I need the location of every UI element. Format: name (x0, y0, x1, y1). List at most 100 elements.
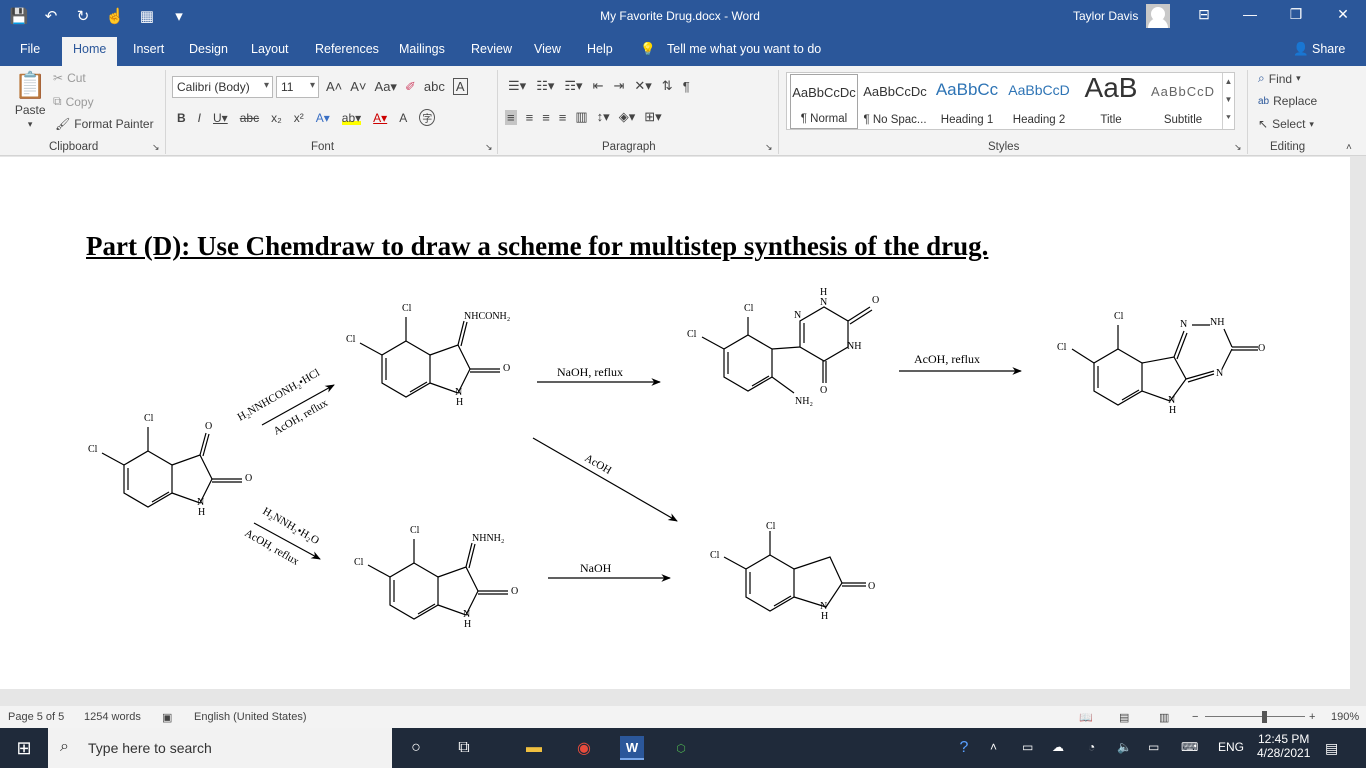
tab-file[interactable]: File (20, 42, 40, 56)
word-icon[interactable]: W (620, 736, 644, 760)
replace-button[interactable]: ab Replace (1258, 94, 1317, 108)
cut-button[interactable]: ✂ Cut (53, 71, 86, 85)
web-layout-icon[interactable]: ▥ (1159, 711, 1169, 724)
word-count[interactable]: 1254 words (84, 711, 141, 723)
structure-triazinedione[interactable]: Cl Cl NH₂ N H N O NH O (687, 287, 879, 407)
distributed-icon[interactable]: ▥ (575, 109, 587, 125)
dialog-launcher-icon[interactable]: ↘ (765, 142, 773, 153)
character-shading-icon[interactable]: A (399, 111, 407, 125)
increase-indent-icon[interactable]: ⇥ (613, 78, 624, 94)
notifications-icon[interactable]: ▤ (1325, 740, 1338, 757)
highlight-icon[interactable]: ab▾ (341, 110, 362, 125)
enclose-characters-icon[interactable]: 字 (419, 109, 436, 126)
tab-mailings[interactable]: Mailings (399, 42, 445, 56)
undo-icon[interactable]: ↶ (42, 7, 60, 25)
tab-references[interactable]: References (315, 42, 379, 56)
tray-chevron-icon[interactable]: ˄ (990, 740, 997, 754)
superscript-icon[interactable]: x² (294, 111, 304, 125)
save-icon[interactable]: 💾 (10, 7, 29, 25)
zoom-slider-thumb[interactable] (1262, 711, 1267, 723)
style-heading-2[interactable]: AaBbCcD Heading 2 (1005, 74, 1073, 129)
underline-icon[interactable]: U▾ (213, 111, 228, 125)
document-page[interactable]: Part (D): Use Chemdraw to draw a scheme … (0, 157, 1350, 689)
chemdraw-icon[interactable]: ⬡ (669, 736, 693, 760)
table-icon[interactable]: ▦ (138, 7, 156, 25)
print-layout-icon[interactable]: ▤ (1119, 711, 1129, 724)
tab-view[interactable]: View (534, 42, 561, 56)
collapse-ribbon-icon[interactable]: ˄ (1346, 142, 1352, 153)
read-mode-icon[interactable]: 📖 (1079, 711, 1093, 724)
sort-icon[interactable]: ⇅ (662, 78, 673, 94)
align-left-icon[interactable]: ≡ (505, 109, 517, 125)
windows-start-icon[interactable]: ⊞ (12, 736, 36, 760)
ribbon-display-options-icon[interactable]: ⊟ (1194, 6, 1214, 23)
character-border-icon[interactable]: A (452, 78, 468, 95)
page-count[interactable]: Page 5 of 5 (8, 711, 64, 723)
style-no-spacing[interactable]: AaBbCcDc ¶ No Spac... (861, 74, 929, 129)
input-language[interactable]: ENG (1218, 740, 1244, 754)
style-subtitle[interactable]: AaBbCcD Subtitle (1149, 74, 1217, 129)
tab-insert[interactable]: Insert (133, 42, 164, 56)
font-size-select[interactable]: 11 (276, 76, 319, 98)
style-title[interactable]: AaB Title (1077, 72, 1145, 129)
task-view-icon[interactable]: ⧉ (452, 736, 476, 760)
tell-me-search[interactable]: Tell me what you want to do (667, 42, 821, 56)
volume-icon[interactable]: 🔈 (1117, 740, 1132, 754)
borders-icon[interactable]: ⊞▾ (644, 109, 661, 125)
align-right-icon[interactable]: ≡ (542, 110, 550, 125)
subscript-icon[interactable]: x₂ (271, 111, 282, 125)
show-paragraph-marks-icon[interactable]: ¶ (683, 79, 690, 94)
avatar[interactable] (1146, 4, 1170, 28)
dialog-launcher-icon[interactable]: ↘ (1234, 142, 1242, 153)
phonetic-guide-icon[interactable]: abc (424, 79, 445, 94)
format-painter-button[interactable]: 🖌 Format Painter (55, 117, 154, 131)
bold-icon[interactable]: B (177, 111, 186, 125)
numbering-icon[interactable]: ☷▾ (536, 78, 554, 94)
clock[interactable]: 12:45 PM 4/28/2021 (1257, 732, 1310, 760)
file-explorer-icon[interactable]: ▬ (522, 736, 546, 760)
tab-help[interactable]: Help (587, 42, 613, 56)
help-icon[interactable]: ? (952, 736, 976, 760)
select-button[interactable]: ↖ Select ▾ (1258, 117, 1314, 131)
strikethrough-icon[interactable]: abc (240, 111, 259, 125)
zoom-in-icon[interactable]: + (1309, 711, 1315, 723)
zoom-level[interactable]: 190% (1331, 711, 1359, 723)
taskbar-search[interactable]: ⌕ Type here to search (48, 728, 392, 768)
paste-button[interactable]: 📋 Paste ▾ (14, 70, 46, 130)
language-status[interactable]: English (United States) (194, 711, 307, 723)
bullets-icon[interactable]: ☰▾ (508, 78, 526, 94)
keyboard-icon[interactable]: ⌨ (1181, 740, 1198, 754)
tab-home[interactable]: Home (62, 37, 118, 66)
structure-triazinoindole[interactable]: Cl Cl N NH N O N H (1057, 311, 1265, 416)
multilevel-list-icon[interactable]: ☶▾ (564, 78, 582, 94)
change-case-icon[interactable]: Aa▾ (375, 79, 397, 95)
share-icon[interactable]: 👤 (1293, 42, 1309, 57)
redo-icon[interactable]: ↻ (74, 7, 92, 25)
share-button[interactable]: Share (1312, 42, 1345, 56)
structure-semicarbazone[interactable]: Cl Cl NHCONH₂ O N H (346, 303, 510, 408)
structure-dichloroisatin[interactable]: Cl Cl O O N H (88, 413, 252, 518)
tab-layout[interactable]: Layout (251, 42, 289, 56)
customize-qat-icon[interactable]: ▾ (170, 7, 188, 25)
asian-layout-icon[interactable]: ✕▾ (634, 78, 651, 94)
align-center-icon[interactable]: ≡ (526, 110, 534, 125)
clear-formatting-icon[interactable]: ✐ (405, 79, 416, 95)
grow-font-icon[interactable]: A˄ (326, 79, 342, 94)
touch-mode-icon[interactable]: ☝ (106, 7, 125, 25)
cortana-icon[interactable]: ○ (404, 736, 428, 760)
tab-review[interactable]: Review (471, 42, 512, 56)
vertical-scrollbar[interactable] (1350, 157, 1366, 689)
restore-icon[interactable]: ❐ (1286, 6, 1306, 23)
chrome-icon[interactable]: ◉ (572, 736, 596, 760)
meet-now-icon[interactable]: ▭ (1022, 740, 1033, 754)
line-spacing-icon[interactable]: ↕▾ (597, 109, 610, 125)
copy-button[interactable]: ⧉ Copy (53, 94, 94, 109)
battery-icon[interactable]: ▭ (1148, 740, 1159, 754)
wifi-icon[interactable]: ◔ (1088, 740, 1095, 754)
font-color-icon[interactable]: A▾ (373, 111, 387, 125)
onedrive-icon[interactable]: ☁ (1052, 740, 1064, 754)
proofing-icon[interactable]: ▣ (162, 711, 172, 724)
structure-hydrazone[interactable]: Cl Cl NHNH₂ O N H (354, 525, 518, 630)
user-name[interactable]: Taylor Davis (1073, 9, 1138, 23)
zoom-slider[interactable] (1205, 716, 1305, 717)
